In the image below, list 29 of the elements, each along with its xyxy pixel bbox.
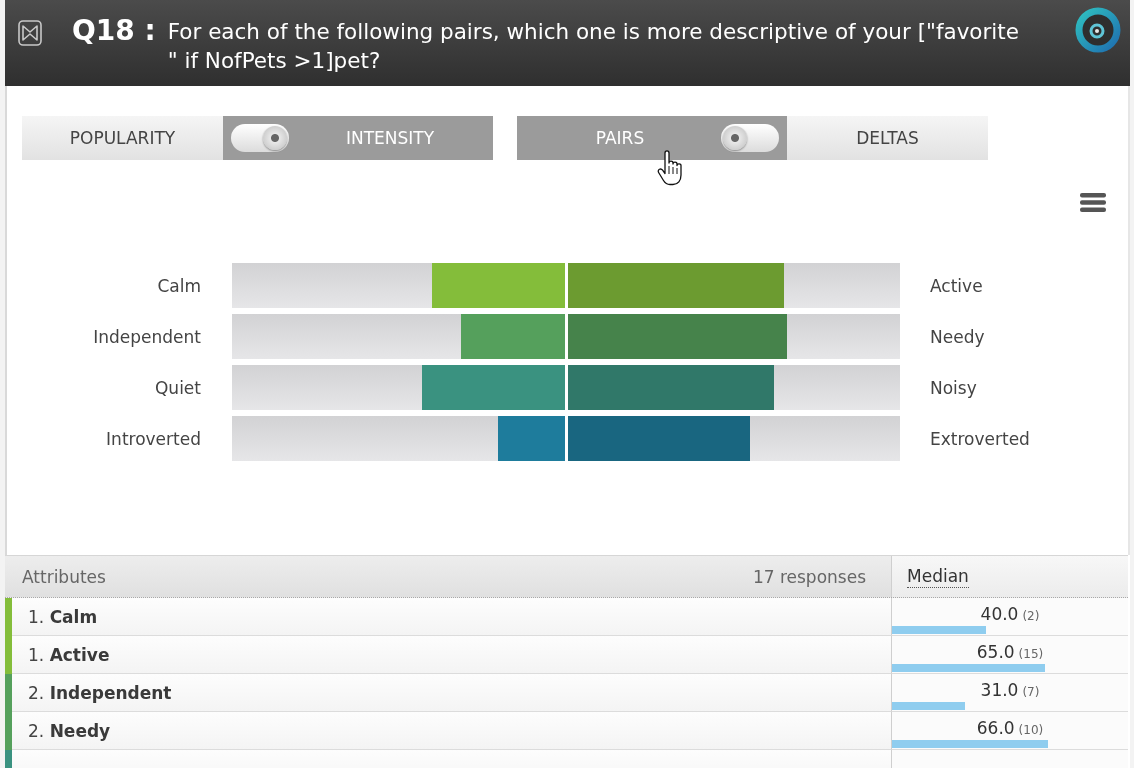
median-value: 31.0 <box>980 680 1019 700</box>
column-heading[interactable]: Median <box>907 565 969 588</box>
toggle-switch[interactable] <box>231 124 289 152</box>
view-tab[interactable]: POPULARITY <box>22 116 223 160</box>
pair-label: Independent <box>93 326 201 347</box>
median-value: 65.0 <box>976 642 1015 662</box>
menu-icon[interactable] <box>1080 193 1106 212</box>
median-value: 40.0 <box>980 604 1019 624</box>
hand-cursor-icon <box>657 150 683 186</box>
response-count: (7) <box>1022 685 1040 699</box>
response-count: (15) <box>1018 647 1044 661</box>
pair-label: Introverted <box>106 428 201 449</box>
pair-label: Needy <box>930 326 985 347</box>
question-number: Q18 : <box>72 13 156 49</box>
toggle-switch[interactable] <box>721 124 779 152</box>
median-value: 66.0 <box>976 718 1015 738</box>
pair-label: Extroverted <box>930 428 1030 449</box>
response-count: (2) <box>1022 609 1040 623</box>
column-heading: Attributes <box>22 566 106 587</box>
view-tab[interactable]: DELTAS <box>787 116 988 160</box>
pair-label: Quiet <box>155 377 201 398</box>
response-count: (10) <box>1018 723 1044 737</box>
pair-label: Active <box>930 275 983 296</box>
pair-label: Noisy <box>930 377 977 398</box>
ring-logo-icon <box>1075 7 1121 53</box>
question-text: For each of the following pairs, which one is more descriptive of your ["favorite " if NofPets >1]pet? <box>167 18 1020 75</box>
bowtie-icon <box>18 20 42 46</box>
pair-label: Calm <box>157 275 201 296</box>
response-total: 17 responses <box>752 566 866 587</box>
